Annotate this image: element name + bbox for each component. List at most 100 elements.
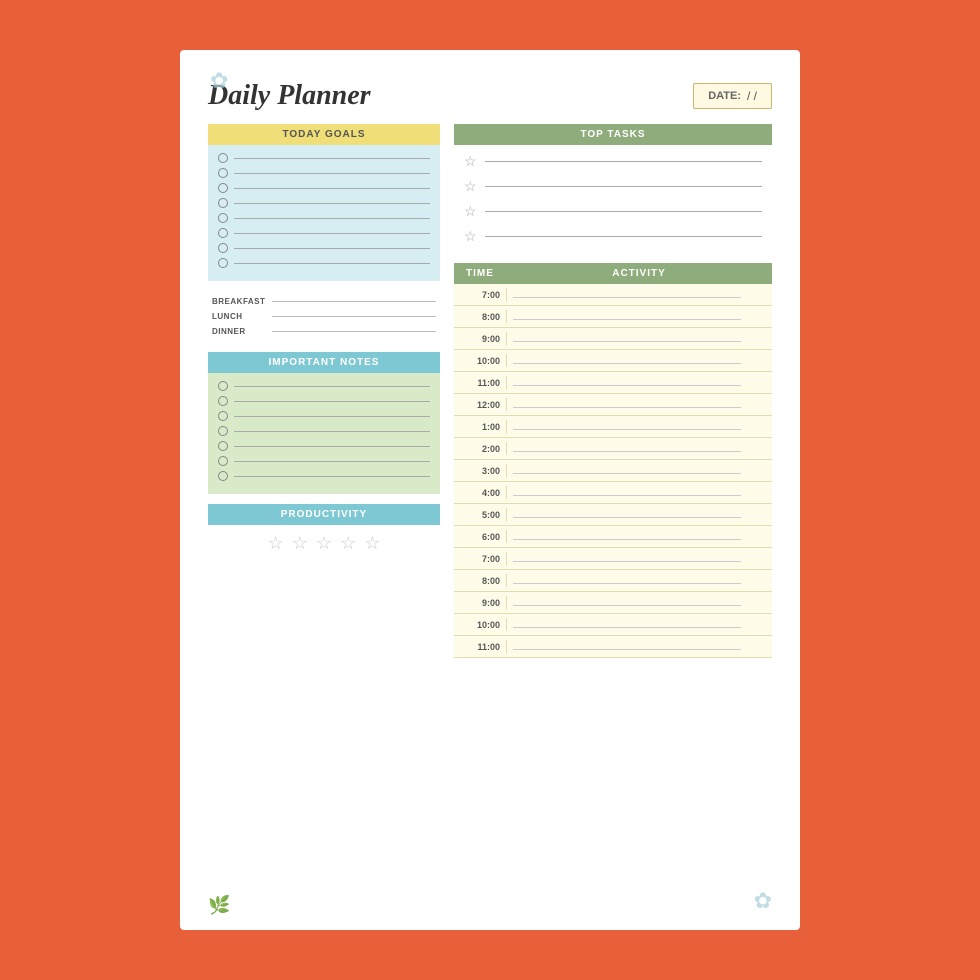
schedule-row-600pm[interactable]: 6:00 <box>454 526 772 548</box>
checkbox-3[interactable] <box>218 183 228 193</box>
time-100pm: 1:00 <box>454 419 506 435</box>
productivity-section: PRODUCTIVITY ☆ ☆ ☆ ☆ ☆ <box>208 504 440 562</box>
activity-500pm[interactable] <box>506 508 772 521</box>
checkbox-1[interactable] <box>218 153 228 163</box>
dinner-line <box>272 331 436 332</box>
productivity-star-5[interactable]: ☆ <box>364 533 380 554</box>
goal-item-3[interactable] <box>218 183 430 193</box>
task-item-2[interactable]: ☆ <box>464 178 762 195</box>
schedule-time-header: TIME <box>454 263 506 284</box>
schedule-row-300pm[interactable]: 3:00 <box>454 460 772 482</box>
date-value: / / <box>747 89 757 103</box>
activity-800am[interactable] <box>506 310 772 323</box>
goal-item-1[interactable] <box>218 153 430 163</box>
task-star-1: ☆ <box>464 153 477 170</box>
schedule-row-1200pm[interactable]: 12:00 <box>454 394 772 416</box>
time-800am: 8:00 <box>454 309 506 325</box>
schedule-row-200pm[interactable]: 2:00 <box>454 438 772 460</box>
schedule-row-1000am[interactable]: 10:00 <box>454 350 772 372</box>
activity-1100am[interactable] <box>506 376 772 389</box>
schedule-row-400pm[interactable]: 4:00 <box>454 482 772 504</box>
lunch-row[interactable]: LUNCH <box>212 312 436 321</box>
note-checkbox-1[interactable] <box>218 381 228 391</box>
top-tasks-body: ☆ ☆ ☆ ☆ <box>454 145 772 253</box>
schedule-row-800am[interactable]: 8:00 <box>454 306 772 328</box>
decoration-flower-bottomright: ✿ <box>754 888 772 914</box>
note-item-4[interactable] <box>218 426 430 436</box>
left-column: TODAY GOALS BREAKFAST <box>208 124 440 910</box>
schedule-activity-header: ACTIVITY <box>506 263 772 284</box>
productivity-star-4[interactable]: ☆ <box>340 533 356 554</box>
activity-300pm[interactable] <box>506 464 772 477</box>
schedule-row-900pm[interactable]: 9:00 <box>454 592 772 614</box>
activity-800pm[interactable] <box>506 574 772 587</box>
note-item-2[interactable] <box>218 396 430 406</box>
productivity-star-3[interactable]: ☆ <box>316 533 332 554</box>
schedule-row-700am[interactable]: 7:00 <box>454 284 772 306</box>
note-checkbox-6[interactable] <box>218 456 228 466</box>
schedule-row-1000pm[interactable]: 10:00 <box>454 614 772 636</box>
activity-600pm[interactable] <box>506 530 772 543</box>
activity-700pm[interactable] <box>506 552 772 565</box>
meals-section: BREAKFAST LUNCH DINNER <box>208 291 440 342</box>
note-item-3[interactable] <box>218 411 430 421</box>
activity-100pm[interactable] <box>506 420 772 433</box>
breakfast-row[interactable]: BREAKFAST <box>212 297 436 306</box>
note-checkbox-7[interactable] <box>218 471 228 481</box>
time-800pm: 8:00 <box>454 573 506 589</box>
activity-1200pm[interactable] <box>506 398 772 411</box>
time-700pm: 7:00 <box>454 551 506 567</box>
productivity-star-1[interactable]: ☆ <box>268 533 284 554</box>
checkbox-2[interactable] <box>218 168 228 178</box>
schedule-row-500pm[interactable]: 5:00 <box>454 504 772 526</box>
productivity-star-2[interactable]: ☆ <box>292 533 308 554</box>
schedule-row-800pm[interactable]: 8:00 <box>454 570 772 592</box>
important-notes-header: IMPORTANT NOTES <box>208 352 440 373</box>
checkbox-6[interactable] <box>218 228 228 238</box>
activity-700am[interactable] <box>506 288 772 301</box>
task-item-3[interactable]: ☆ <box>464 203 762 220</box>
note-checkbox-5[interactable] <box>218 441 228 451</box>
lunch-line <box>272 316 436 317</box>
note-item-1[interactable] <box>218 381 430 391</box>
task-item-1[interactable]: ☆ <box>464 153 762 170</box>
checkbox-5[interactable] <box>218 213 228 223</box>
note-checkbox-4[interactable] <box>218 426 228 436</box>
note-checkbox-2[interactable] <box>218 396 228 406</box>
schedule-row-1100pm[interactable]: 11:00 <box>454 636 772 658</box>
schedule-row-900am[interactable]: 9:00 <box>454 328 772 350</box>
checkbox-7[interactable] <box>218 243 228 253</box>
activity-400pm[interactable] <box>506 486 772 499</box>
activity-1000pm[interactable] <box>506 618 772 631</box>
goal-item-8[interactable] <box>218 258 430 268</box>
note-checkbox-3[interactable] <box>218 411 228 421</box>
note-item-7[interactable] <box>218 471 430 481</box>
activity-200pm[interactable] <box>506 442 772 455</box>
today-goals-body <box>208 145 440 281</box>
dinner-row[interactable]: DINNER <box>212 327 436 336</box>
breakfast-line <box>272 301 436 302</box>
schedule-section: TIME ACTIVITY 7:00 8:00 9:00 10:00 11:00… <box>454 263 772 910</box>
note-item-6[interactable] <box>218 456 430 466</box>
schedule-row-700pm[interactable]: 7:00 <box>454 548 772 570</box>
productivity-header: PRODUCTIVITY <box>208 504 440 525</box>
schedule-row-100pm[interactable]: 1:00 <box>454 416 772 438</box>
task-item-4[interactable]: ☆ <box>464 228 762 245</box>
lunch-label: LUNCH <box>212 312 264 321</box>
activity-900am[interactable] <box>506 332 772 345</box>
schedule-row-1100am[interactable]: 11:00 <box>454 372 772 394</box>
checkbox-4[interactable] <box>218 198 228 208</box>
decoration-leaf-bottomleft: 🌿 <box>208 895 230 916</box>
activity-1100pm[interactable] <box>506 640 772 653</box>
goal-item-5[interactable] <box>218 213 430 223</box>
goal-item-2[interactable] <box>218 168 430 178</box>
note-item-5[interactable] <box>218 441 430 451</box>
productivity-body: ☆ ☆ ☆ ☆ ☆ <box>208 525 440 562</box>
goal-item-4[interactable] <box>218 198 430 208</box>
goal-item-6[interactable] <box>218 228 430 238</box>
checkbox-8[interactable] <box>218 258 228 268</box>
date-box[interactable]: DATE: / / <box>693 83 772 109</box>
activity-1000am[interactable] <box>506 354 772 367</box>
goal-item-7[interactable] <box>218 243 430 253</box>
activity-900pm[interactable] <box>506 596 772 609</box>
